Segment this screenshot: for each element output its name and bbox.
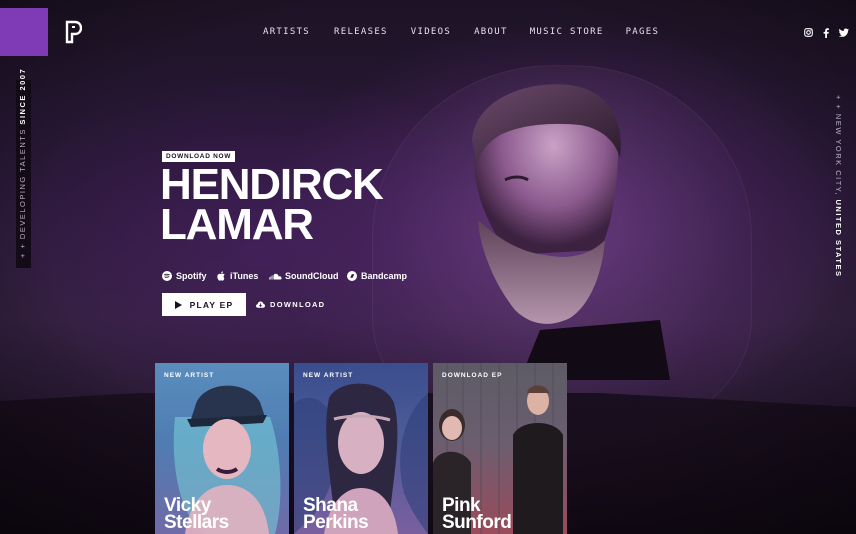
store-link-spotify[interactable]: Spotify bbox=[162, 269, 207, 282]
store-label-bandcamp: Bandcamp bbox=[361, 270, 408, 281]
instagram-icon[interactable] bbox=[804, 28, 813, 37]
artist-name-line1: HENDIRCK bbox=[160, 160, 384, 209]
card-title: Shana Perkins bbox=[303, 496, 428, 533]
apple-icon bbox=[217, 270, 225, 281]
nav-item-about[interactable]: ABOUT bbox=[474, 27, 508, 39]
card-title-line2: Sunford bbox=[442, 512, 512, 533]
artist-card-vicky-stellars[interactable]: NEW ARTIST Vicky Stellars bbox=[155, 363, 289, 534]
soundcloud-icon bbox=[269, 273, 282, 279]
main-nav: ARTISTS RELEASES VIDEOS ABOUT MUSIC STOR… bbox=[263, 27, 659, 39]
nav-item-videos[interactable]: VIDEOS bbox=[411, 27, 451, 39]
card-tag: DOWNLOAD EP bbox=[442, 372, 503, 379]
nav-item-pages[interactable]: PAGES bbox=[626, 27, 660, 39]
card-tag: NEW ARTIST bbox=[164, 372, 215, 379]
side-left-prefix: + + DEVELOPING TALENTS bbox=[18, 124, 27, 258]
release-card-pink-sunford[interactable]: DOWNLOAD EP Pink Sunford bbox=[433, 363, 567, 534]
store-label-soundcloud: SoundCloud bbox=[285, 270, 339, 281]
nav-item-music-store[interactable]: MUSIC STORE bbox=[530, 27, 604, 39]
ground-shape bbox=[0, 393, 856, 534]
store-label-spotify: Spotify bbox=[176, 270, 207, 281]
cloud-download-icon bbox=[256, 301, 265, 308]
card-title-line2: Stellars bbox=[164, 512, 229, 533]
download-label: DOWNLOAD bbox=[270, 300, 326, 309]
facebook-icon[interactable] bbox=[823, 28, 829, 38]
card-title: Pink Sunford bbox=[442, 496, 567, 533]
twitter-icon[interactable] bbox=[839, 28, 849, 37]
spotify-icon bbox=[162, 270, 172, 281]
side-left-bold: SINCE 2007 bbox=[18, 67, 27, 125]
logo-icon[interactable] bbox=[64, 20, 82, 44]
play-ep-button[interactable]: PLAY EP bbox=[162, 293, 246, 316]
artist-name-heading: HENDIRCK LAMAR bbox=[160, 160, 460, 249]
artist-card-shana-perkins[interactable]: NEW ARTIST Shana Perkins bbox=[294, 363, 428, 534]
artist-name-line2: LAMAR bbox=[160, 200, 314, 249]
download-button[interactable]: DOWNLOAD bbox=[256, 297, 325, 312]
logo-block[interactable] bbox=[0, 8, 48, 56]
side-right-bold: UNITED STATES bbox=[834, 199, 843, 278]
side-right-prefix: + + NEW YORK CITY, bbox=[834, 95, 843, 200]
store-link-soundcloud[interactable]: SoundCloud bbox=[269, 269, 339, 282]
side-label-right: + + NEW YORK CITY, UNITED STATES bbox=[831, 85, 845, 277]
card-tag: NEW ARTIST bbox=[303, 372, 354, 379]
nav-item-releases[interactable]: RELEASES bbox=[334, 27, 388, 39]
bandcamp-icon bbox=[347, 270, 357, 281]
card-title: Vicky Stellars bbox=[164, 496, 289, 533]
store-link-itunes[interactable]: iTunes bbox=[216, 269, 258, 282]
store-label-itunes: iTunes bbox=[230, 270, 259, 281]
play-icon bbox=[174, 300, 182, 309]
store-link-bandcamp[interactable]: Bandcamp bbox=[347, 269, 407, 282]
play-ep-label: PLAY EP bbox=[189, 299, 234, 310]
card-title-line2: Perkins bbox=[303, 512, 369, 533]
nav-item-artists[interactable]: ARTISTS bbox=[263, 27, 310, 39]
side-label-left: + + DEVELOPING TALENTS SINCE 2007 bbox=[16, 68, 31, 268]
